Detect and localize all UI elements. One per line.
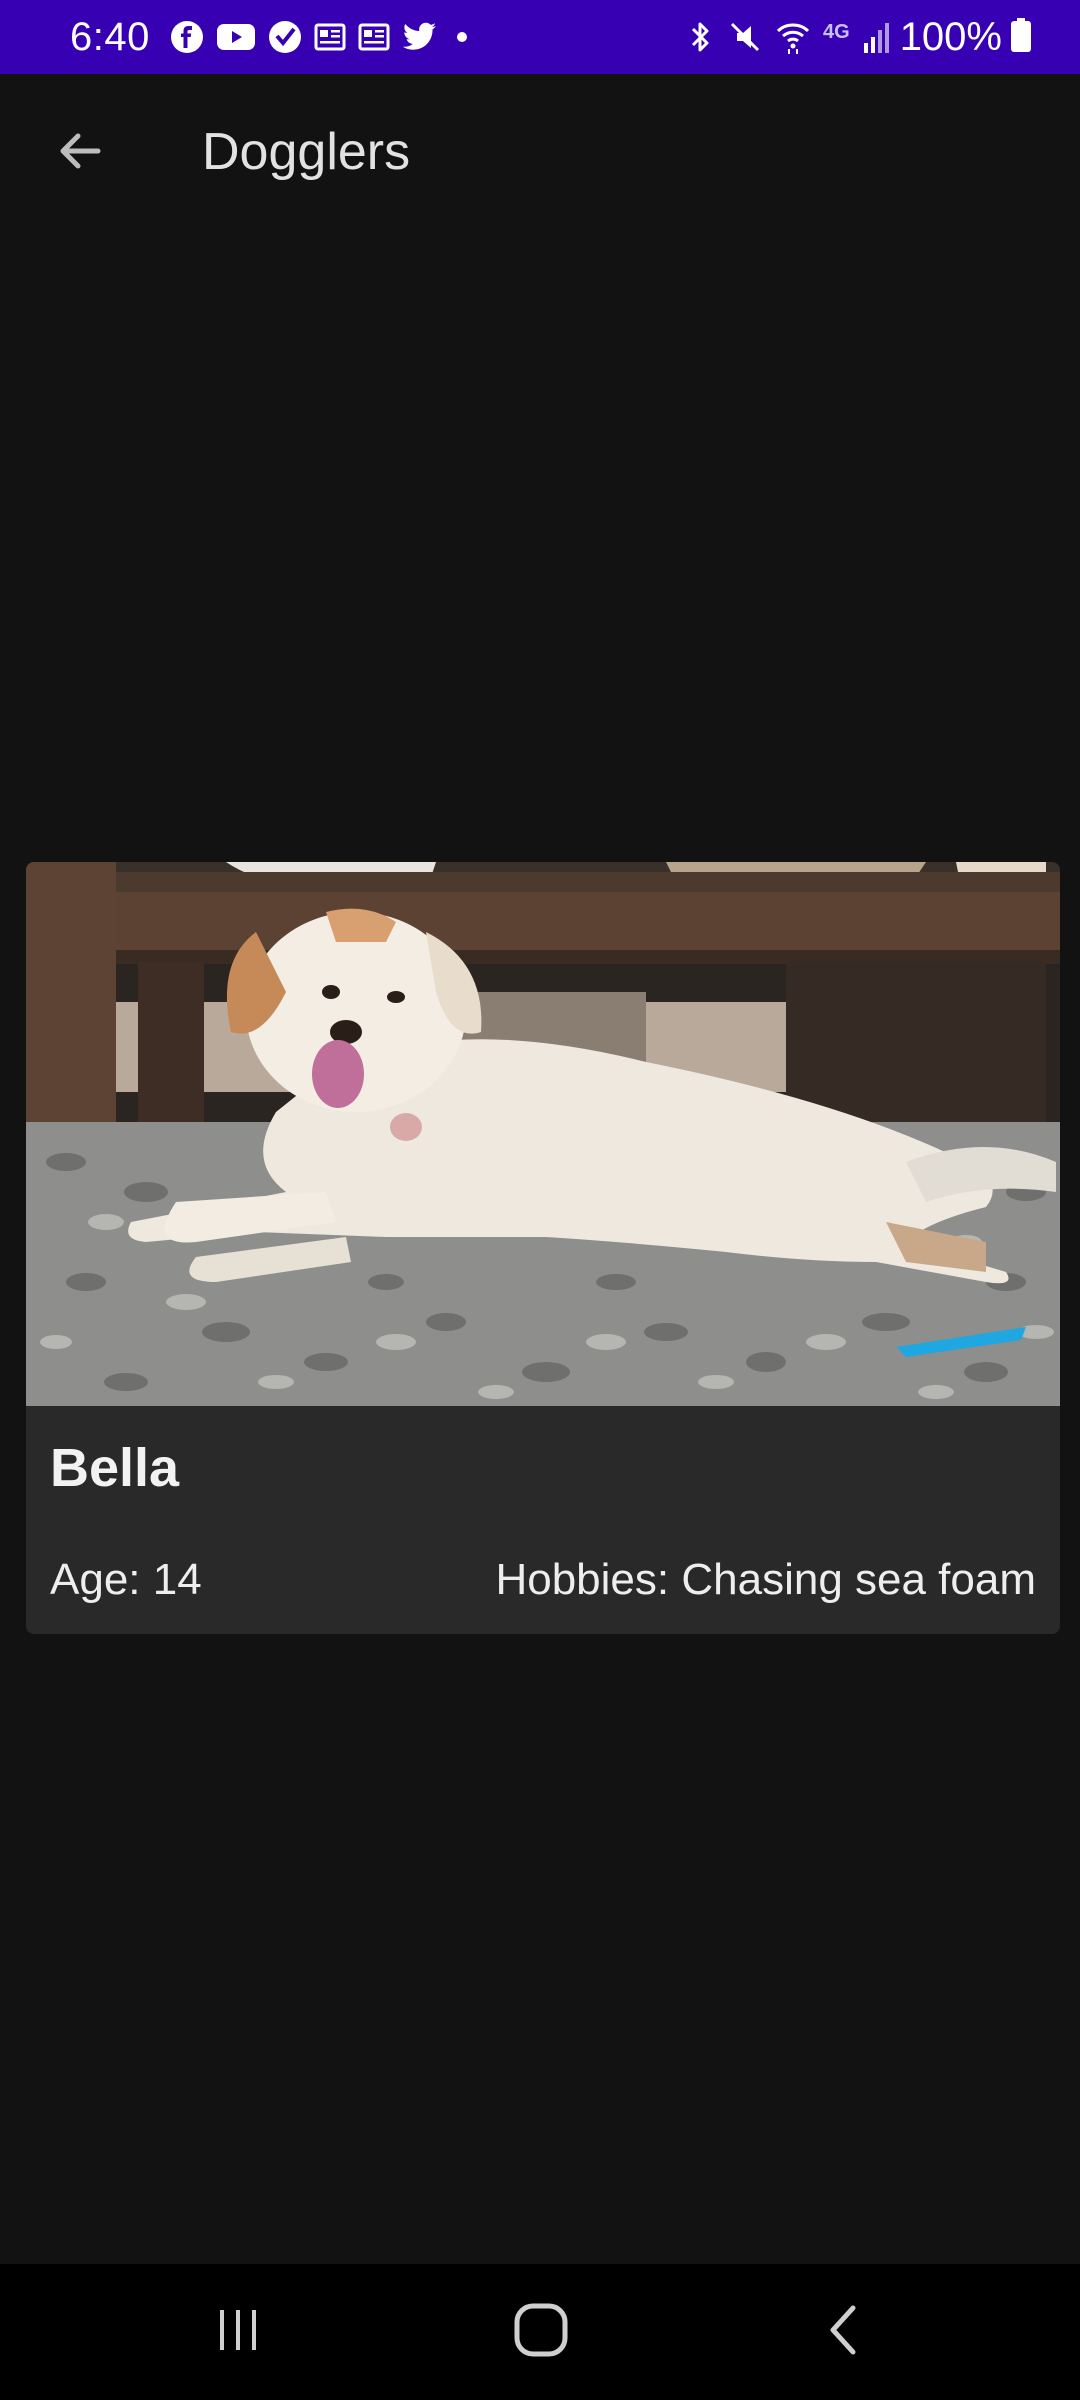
twitter-icon bbox=[402, 22, 438, 52]
wifi-icon bbox=[775, 19, 811, 55]
page-title: Dogglers bbox=[202, 123, 411, 181]
recents-button[interactable] bbox=[194, 2292, 284, 2372]
notification-icons bbox=[170, 20, 474, 54]
back-chevron-icon bbox=[823, 2302, 863, 2363]
battery-icon bbox=[1010, 17, 1032, 58]
dot-icon bbox=[450, 22, 474, 52]
dog-photo bbox=[26, 862, 1060, 1406]
back-button[interactable] bbox=[38, 112, 120, 194]
facebook-icon bbox=[170, 20, 204, 54]
system-nav-bar bbox=[0, 2264, 1080, 2400]
arrow-back-icon bbox=[54, 126, 104, 181]
recents-icon bbox=[214, 2305, 264, 2360]
news-icon bbox=[314, 22, 346, 52]
status-bar: 6:40 4G 100% bbox=[0, 0, 1080, 74]
back-nav-button[interactable] bbox=[798, 2292, 888, 2372]
home-button[interactable] bbox=[496, 2292, 586, 2372]
4g-icon: 4G bbox=[823, 20, 850, 43]
dog-card[interactable]: Bella Age: 14 Hobbies: Chasing sea foam bbox=[26, 862, 1060, 1634]
signal-icon bbox=[862, 19, 892, 55]
dog-hobbies: Hobbies: Chasing sea foam bbox=[495, 1555, 1036, 1604]
home-icon bbox=[513, 2302, 569, 2363]
verizon-icon bbox=[268, 20, 302, 54]
news-icon bbox=[358, 22, 390, 52]
battery-percent: 100% bbox=[899, 14, 1002, 59]
dog-age: Age: 14 bbox=[50, 1555, 202, 1604]
app-bar: Dogglers bbox=[0, 74, 1080, 238]
youtube-icon bbox=[216, 22, 256, 52]
status-time: 6:40 bbox=[70, 14, 150, 59]
dog-name: Bella bbox=[50, 1438, 180, 1498]
mute-icon bbox=[727, 19, 763, 55]
system-icons: 4G bbox=[685, 19, 892, 55]
bluetooth-icon bbox=[685, 19, 715, 55]
